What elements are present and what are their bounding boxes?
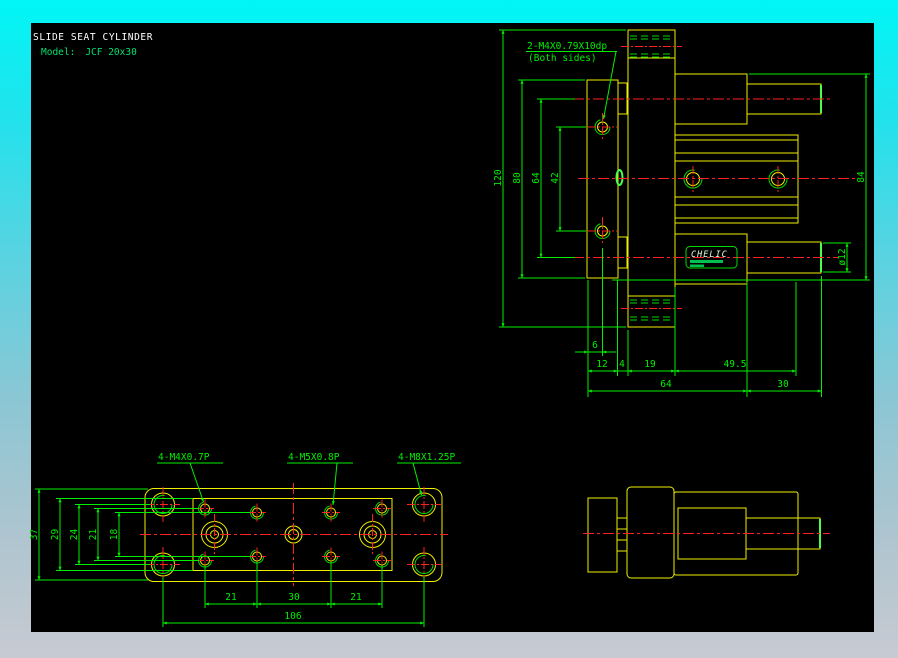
dim-port-centers: 64	[531, 172, 542, 184]
dim-plan-30: 30	[288, 592, 300, 603]
model-line: Model: JCF 20x30	[41, 47, 137, 58]
dim-body-width: 49.5	[724, 359, 747, 370]
note-m4-holes: 4-M4X0.7P	[158, 452, 210, 463]
dim-hole-offset: 6	[592, 340, 598, 351]
brand-name: CHELIC	[691, 250, 728, 260]
dim-base-length: 64	[660, 379, 672, 390]
dim-plan-29: 29	[50, 529, 61, 541]
dim-block-width: 19	[644, 359, 656, 370]
brand-fineprint-bar	[690, 264, 704, 267]
dim-overall-height: 120	[493, 169, 504, 186]
note-m8-holes: 4-M8X1.25P	[398, 452, 455, 463]
dim-plate-thickness: 12	[596, 359, 607, 370]
dim-plan-37: 37	[29, 529, 40, 540]
dim-hole-centers: 42	[550, 172, 561, 183]
dim-plan-18: 18	[109, 529, 120, 541]
dim-plate-height: 80	[512, 172, 523, 184]
brand-fineprint-bar	[690, 260, 723, 263]
dim-rod-span: 84	[856, 171, 867, 183]
dim-stroke-length: 30	[777, 379, 789, 390]
dim-plan-21a: 21	[225, 592, 237, 603]
cad-viewport[interactable]: SLIDE SEAT CYLINDER Model: JCF 20x30 120…	[0, 0, 898, 658]
dim-plan-24: 24	[69, 529, 80, 541]
note-m5-holes: 4-M5X0.8P	[288, 452, 340, 463]
drawing-title: SLIDE SEAT CYLINDER	[33, 32, 153, 43]
dim-rod-diameter: ø12	[837, 248, 848, 265]
dim-plan-21b: 21	[350, 592, 362, 603]
note-side-holes-line1: 2-M4X0.79X10dp	[527, 41, 607, 52]
dim-plan-21: 21	[88, 529, 99, 541]
note-side-holes-line2: (Both sides)	[528, 53, 597, 64]
dim-plan-106: 106	[284, 611, 301, 622]
dim-gap: 4	[619, 359, 625, 370]
